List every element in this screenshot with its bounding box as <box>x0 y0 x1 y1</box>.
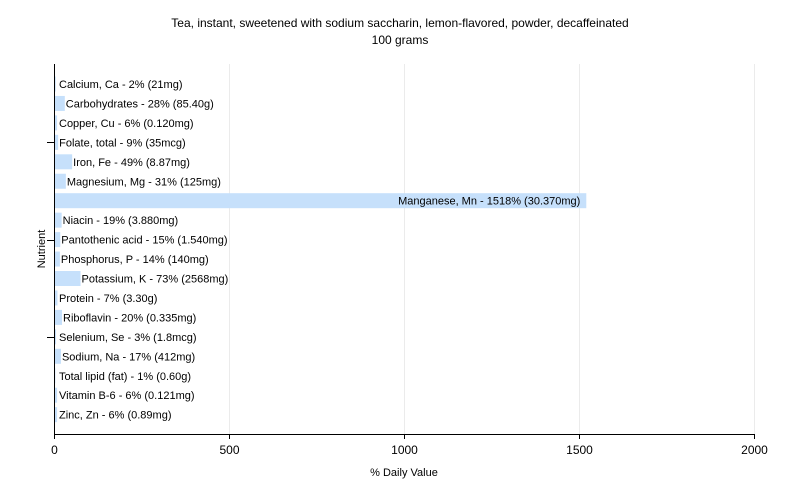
bar-label: Total lipid (fat) - 1% (0.60g) <box>59 371 191 383</box>
bar-label: Calcium, Ca - 2% (21mg) <box>59 79 182 91</box>
bar <box>55 134 59 150</box>
x-tick-label: 1500 <box>566 443 593 457</box>
bar-label: Iron, Fe - 49% (8.87mg) <box>73 157 190 169</box>
bar <box>55 407 58 423</box>
x-tick-label: 0 <box>51 443 58 457</box>
bar <box>55 115 58 131</box>
bar <box>55 232 61 248</box>
bar-label: Magnesium, Mg - 31% (125mg) <box>67 176 221 188</box>
bar <box>55 76 56 92</box>
y-axis-title: Nutrient <box>36 230 48 269</box>
bar-label: Pantothenic acid - 15% (1.540mg) <box>61 235 227 247</box>
x-tick-label: 1000 <box>391 443 418 457</box>
bar <box>55 251 60 267</box>
x-tick-label: 500 <box>219 443 239 457</box>
grid-lines <box>229 64 755 434</box>
bar <box>55 95 65 111</box>
bar-label: Riboflavin - 20% (0.335mg) <box>63 312 196 324</box>
bar <box>55 173 66 189</box>
bar-label: Copper, Cu - 6% (0.120mg) <box>59 118 194 130</box>
bar-label: Selenium, Se - 3% (1.8mcg) <box>59 332 197 344</box>
bar-label: Protein - 7% (3.30g) <box>59 293 157 305</box>
bar-label: Carbohydrates - 28% (85.40g) <box>66 98 214 110</box>
bar <box>55 212 62 228</box>
bar <box>55 271 81 286</box>
bar-label: Manganese, Mn - 1518% (30.370mg) <box>398 196 580 208</box>
x-axis-title: % Daily Value <box>370 467 438 479</box>
bar-label: Vitamin B-6 - 6% (0.121mg) <box>59 390 195 402</box>
bar <box>55 290 58 306</box>
bar-label: Niacin - 19% (3.880mg) <box>63 215 179 227</box>
bar-label: Phosphorus, P - 14% (140mg) <box>61 254 209 266</box>
bar <box>55 309 62 325</box>
bar-label: Zinc, Zn - 6% (0.89mg) <box>59 410 171 422</box>
bar-chart: Calcium, Ca - 2% (21mg) Carbohydrates - 2… <box>36 64 768 479</box>
bar <box>55 154 73 170</box>
bar-label: Folate, total - 9% (35mcg) <box>59 137 186 149</box>
bar <box>55 387 58 403</box>
x-tick-label: 2000 <box>741 443 768 457</box>
bar-label: Potassium, K - 73% (2568mg) <box>82 274 229 286</box>
bar-label: Sodium, Na - 17% (412mg) <box>62 351 195 363</box>
bar-labels: Calcium, Ca - 2% (21mg) Carbohydrates - 2… <box>59 79 580 422</box>
bar <box>55 348 61 364</box>
bar <box>55 329 57 345</box>
